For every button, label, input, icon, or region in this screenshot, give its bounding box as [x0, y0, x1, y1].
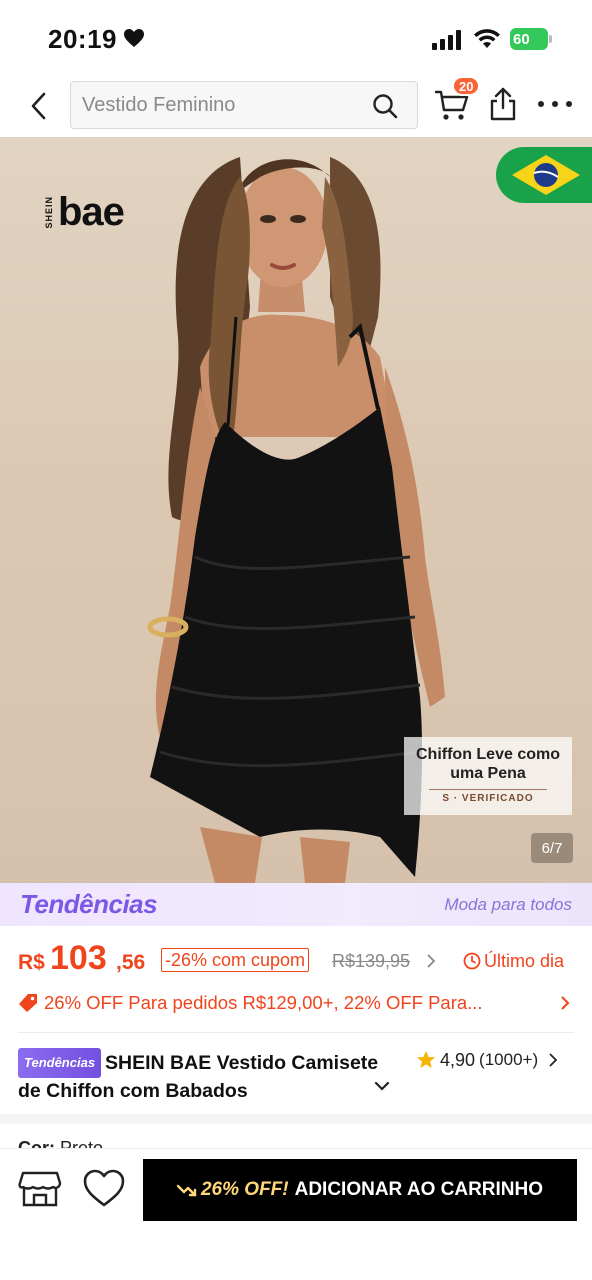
image-counter: 6/7	[531, 833, 573, 863]
status-bar: 20:19 60	[0, 0, 592, 78]
feature-callout: Chiffon Leve como uma Pena S · VERIFICAD…	[404, 737, 572, 815]
battery-icon: 60	[510, 28, 552, 50]
clock-icon	[463, 952, 481, 970]
brand-logo-small: SHEIN	[44, 195, 54, 229]
verified-label: S · VERIFICADO	[442, 793, 534, 804]
wifi-icon	[474, 29, 500, 48]
brand-logo-text: bae	[58, 190, 125, 234]
search-box[interactable]	[70, 81, 418, 129]
product-title-block[interactable]: Tendências SHEIN BAE Vestido Camisete de …	[18, 1048, 402, 1102]
share-button[interactable]	[488, 86, 520, 122]
last-day-label: Último dia	[484, 951, 565, 971]
divider	[18, 1032, 574, 1033]
callout-line1: Chiffon Leve como	[415, 746, 560, 763]
search-input[interactable]	[82, 82, 362, 128]
heart-status-icon	[124, 29, 144, 47]
bottom-action-bar: 26% OFF! ADICIONAR AO CARRINHO	[0, 1148, 592, 1280]
status-time: 20:19	[48, 24, 117, 54]
callout-line2: uma Pena	[450, 765, 526, 782]
chevron-left-icon	[31, 92, 46, 120]
trends-badge: Tendências	[18, 1048, 102, 1078]
trends-slogan: Moda para todos	[444, 895, 572, 914]
original-price[interactable]: R$139,95	[332, 951, 410, 972]
cart-button[interactable]: 20	[434, 76, 481, 128]
trends-logo: Tendências	[20, 889, 158, 919]
rating-score: 4,90	[440, 1049, 476, 1070]
product-page: 20:19 60 20	[0, 0, 592, 1280]
price-integer: 103	[50, 939, 107, 977]
header: 20	[0, 76, 592, 136]
brazil-flag-icon	[496, 147, 592, 203]
callout-divider	[429, 789, 547, 790]
chevron-right-icon	[549, 1053, 558, 1067]
wishlist-button[interactable]	[82, 1169, 126, 1213]
back-button[interactable]	[18, 86, 58, 126]
share-icon	[490, 87, 516, 121]
search-icon[interactable]	[371, 92, 399, 120]
chevron-right-icon[interactable]	[426, 954, 436, 968]
promo-row[interactable]: 26% OFF Para pedidos R$129,00+, 22% OFF …	[18, 990, 574, 1018]
brand-logo: SHEIN bae	[44, 190, 125, 234]
battery-level: 60	[510, 28, 548, 50]
more-options-button[interactable]	[538, 92, 572, 116]
dot-icon	[566, 101, 572, 107]
price-tag-icon	[19, 994, 37, 1012]
dot-icon	[552, 101, 558, 107]
chevron-down-icon[interactable]	[374, 1080, 390, 1092]
price-currency: R$	[18, 951, 45, 974]
trend-down-icon	[176, 1184, 197, 1197]
store-button[interactable]	[18, 1169, 62, 1213]
discount-label: 26% OFF!	[200, 1179, 289, 1200]
review-count: (1000+)	[479, 1050, 539, 1069]
add-to-cart-label: ADICIONAR AO CARRINHO	[294, 1179, 544, 1200]
chevron-right-icon	[561, 996, 570, 1010]
signal-icon	[432, 30, 461, 50]
price-decimal: ,56	[116, 951, 146, 974]
cart-count-badge: 20	[452, 76, 481, 96]
store-icon	[18, 1171, 62, 1207]
promo-text: 26% OFF Para pedidos R$129,00+, 22% OFF …	[44, 992, 483, 1013]
section-separator	[0, 1114, 592, 1124]
trends-banner[interactable]: Tendências Moda para todos	[0, 883, 592, 926]
rating-summary[interactable]: 4,90 (1000+)	[416, 1048, 574, 1072]
heart-icon	[83, 1169, 125, 1207]
star-icon	[417, 1051, 435, 1068]
price-row: R$ 103 ,56 -26% com cupom R$139,95 Últim…	[18, 938, 574, 978]
product-image-carousel[interactable]: SHEIN bae Chiffon Leve como uma Pena S ·…	[0, 137, 592, 883]
add-to-cart-button[interactable]: 26% OFF! ADICIONAR AO CARRINHO	[143, 1159, 577, 1221]
dot-icon	[538, 101, 544, 107]
coupon-badge[interactable]: -26% com cupom	[161, 948, 310, 972]
